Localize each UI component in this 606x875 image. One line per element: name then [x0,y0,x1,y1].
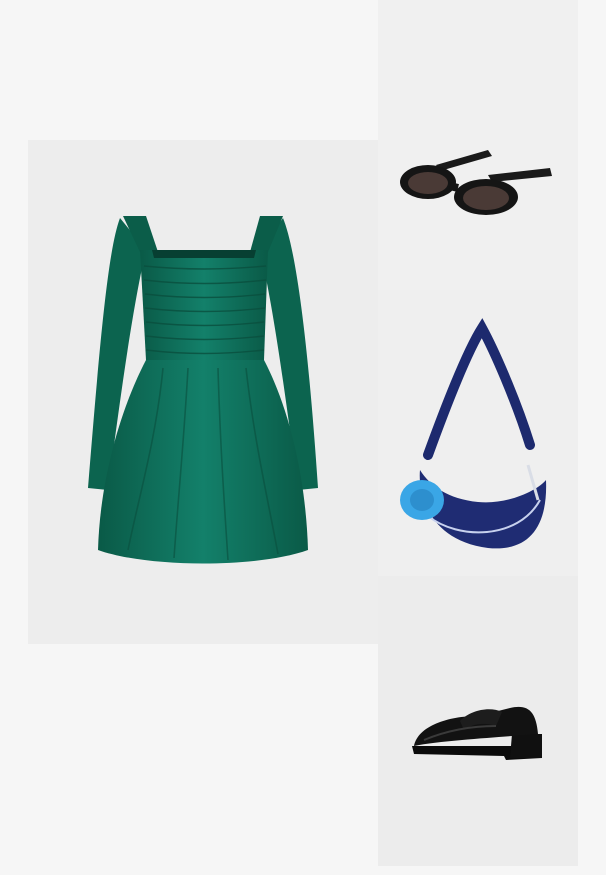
dress-product-tile[interactable] [28,140,378,644]
shoulder-bag-icon [400,318,547,549]
shoulder-bag-product-tile[interactable] [378,290,578,576]
loafer-icon [412,706,542,760]
dress-icon [88,216,318,564]
outfit-collage [0,0,606,875]
sunglasses-icon [400,150,552,215]
loafer-product-tile[interactable] [378,576,578,866]
sunglasses-product-tile[interactable] [378,0,578,290]
